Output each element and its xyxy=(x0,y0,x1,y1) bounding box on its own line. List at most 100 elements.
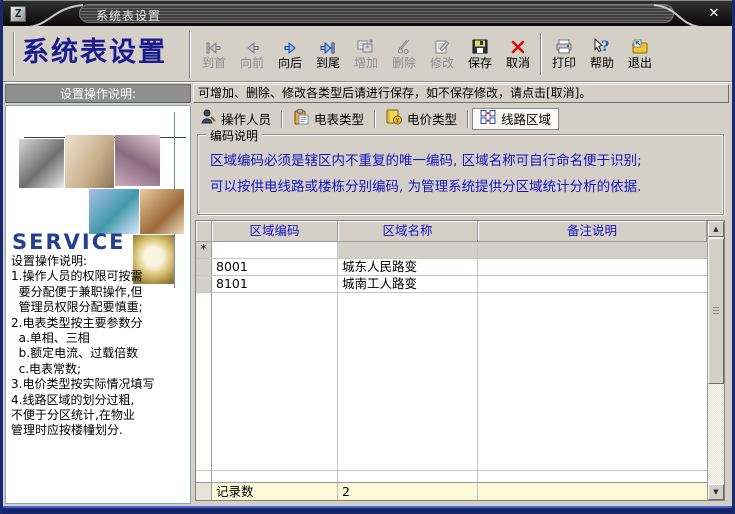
tab-price-types[interactable]: 电价类型 xyxy=(379,108,464,130)
delete-button: 删除 xyxy=(385,30,423,78)
help-icon: ? xyxy=(593,30,611,54)
header-separator xyxy=(189,30,191,78)
window-bottom-border xyxy=(3,506,732,514)
cancel-button[interactable]: 取消 xyxy=(499,30,537,78)
close-icon[interactable]: ✕ xyxy=(705,5,723,23)
sidebar-panel: SERVICE 设置操作说明: 1.操作人员的权限可按需 要分配便于兼职操作,但… xyxy=(5,105,191,504)
new-record-note-cell[interactable] xyxy=(478,242,707,258)
tab-separator xyxy=(374,110,376,128)
modify-label: 修改 xyxy=(430,54,454,71)
scrollbar-track[interactable] xyxy=(708,384,724,484)
record-count-row: 记录数 2 xyxy=(196,482,707,500)
sidebar-header: 设置操作说明: xyxy=(5,84,191,103)
system-menu-icon[interactable]: Z xyxy=(10,6,26,22)
tab-separator xyxy=(467,110,469,128)
print-label: 打印 xyxy=(552,54,576,71)
scrollbar-thumb[interactable] xyxy=(708,238,724,384)
exit-icon xyxy=(632,30,648,54)
table-row[interactable]: 8101 城南工人路变 xyxy=(196,276,707,293)
area-grid: 区域编码 区域名称 备注说明 * 8001 城东人民路变 8101 城南工人路变 xyxy=(196,221,707,500)
next-record-button[interactable]: 向后 xyxy=(271,30,309,78)
titlebar-pill: 系统表设置 xyxy=(79,4,674,23)
column-header-name: 区域名称 xyxy=(338,221,478,242)
help-label: 帮助 xyxy=(590,54,614,71)
scroll-up-icon[interactable]: ▲ xyxy=(708,221,724,237)
titlebar-swoosh-right xyxy=(652,1,702,27)
first-record-label: 到首 xyxy=(202,54,226,71)
delete-scissors-icon xyxy=(397,30,411,54)
next-record-label: 向后 xyxy=(278,54,302,71)
print-button[interactable]: 打印 xyxy=(545,30,583,78)
photo-tile-metal xyxy=(19,139,64,188)
groupbox-line-2: 可以按供电线路或楼栋分别编码, 为管理系统提供分区域统计分析的依据. xyxy=(210,174,717,200)
previous-record-icon xyxy=(245,30,260,54)
row-indicator xyxy=(196,259,212,275)
vertical-scrollbar[interactable]: ▲ ▼ xyxy=(707,221,724,500)
area-table: 区域编码 区域名称 备注说明 * 8001 城东人民路变 8101 城南工人路变 xyxy=(195,220,725,501)
first-record-icon xyxy=(206,30,222,54)
new-record-code-cell[interactable] xyxy=(212,242,338,258)
cell-name[interactable]: 城南工人路变 xyxy=(338,276,478,292)
help-button[interactable]: ? 帮助 xyxy=(583,30,621,78)
tab-line-areas[interactable]: 线路区域 xyxy=(472,108,559,130)
modify-button: 修改 xyxy=(423,30,461,78)
tabbar: 操作人员 电表类型 xyxy=(194,106,729,131)
groupbox-line-1: 区域编码必须是辖区内不重复的唯一编码, 区域名称可自行命名便于识别; xyxy=(210,148,717,174)
toolbar-separator xyxy=(540,33,542,75)
first-record-button: 到首 xyxy=(195,30,233,78)
cell-code[interactable]: 8101 xyxy=(212,276,338,292)
price-type-book-icon xyxy=(386,109,402,128)
column-header-code: 区域编码 xyxy=(212,221,338,242)
scroll-down-icon[interactable]: ▼ xyxy=(708,484,724,500)
cell-note[interactable] xyxy=(478,259,707,275)
tab-separator xyxy=(281,110,283,128)
window-title: 系统表设置 xyxy=(96,7,161,24)
last-record-button[interactable]: 到尾 xyxy=(309,30,347,78)
operator-person-icon xyxy=(201,109,216,128)
save-label: 保存 xyxy=(468,54,492,71)
page-title: 系统表设置 xyxy=(13,32,185,76)
cancel-label: 取消 xyxy=(506,54,530,71)
groupbox-title: 编码说明 xyxy=(206,127,262,144)
previous-record-label: 向前 xyxy=(240,54,264,71)
record-count-label: 记录数 xyxy=(212,483,338,500)
edit-icon xyxy=(435,30,450,54)
notice-bar: 可增加、删除、修改各类型后请进行保存，如不保存修改，请点击[取消]。 xyxy=(193,84,729,103)
row-indicator-header xyxy=(196,221,212,242)
row-indicator xyxy=(196,276,212,292)
tab-meter-types[interactable]: 电表类型 xyxy=(286,108,371,130)
last-record-icon xyxy=(320,30,336,54)
exit-label: 退出 xyxy=(628,54,652,71)
new-record-name-cell[interactable] xyxy=(338,242,478,258)
exit-button[interactable]: 退出 xyxy=(621,30,659,78)
table-row[interactable]: 8001 城东人民路变 xyxy=(196,259,707,276)
table-header-row: 区域编码 区域名称 备注说明 xyxy=(196,221,707,242)
photo-tile-hand xyxy=(140,189,184,234)
photo-tile-keyboard xyxy=(89,189,139,234)
next-record-icon xyxy=(283,30,298,54)
save-button[interactable]: 保存 xyxy=(461,30,499,78)
meter-type-clipboard-icon xyxy=(293,109,309,128)
new-record-marker: * xyxy=(196,242,212,258)
table-empty-area xyxy=(196,293,707,470)
cancel-x-icon xyxy=(510,30,526,54)
table-empty-row xyxy=(196,470,707,482)
service-wordmark: SERVICE xyxy=(12,230,125,254)
previous-record-button: 向前 xyxy=(233,30,271,78)
tab-price-types-label: 电价类型 xyxy=(407,109,457,128)
coding-note-groupbox: 编码说明 区域编码必须是辖区内不重复的唯一编码, 区域名称可自行命名便于识别; … xyxy=(197,134,724,215)
last-record-label: 到尾 xyxy=(316,54,340,71)
cell-note[interactable] xyxy=(478,276,707,292)
delete-label: 删除 xyxy=(392,54,416,71)
cell-name[interactable]: 城东人民路变 xyxy=(338,259,478,275)
titlebar-swoosh-left xyxy=(25,1,85,27)
add-label: 增加 xyxy=(354,54,378,71)
cell-code[interactable]: 8001 xyxy=(212,259,338,275)
scrollbar-grip xyxy=(713,307,719,315)
photo-tile-pens xyxy=(115,135,160,186)
svg-text:?: ? xyxy=(601,39,609,54)
column-header-note: 备注说明 xyxy=(478,221,707,242)
titlebar: Z 系统表设置 ✕ xyxy=(3,0,732,26)
new-record-row[interactable]: * xyxy=(196,242,707,259)
add-icon: * xyxy=(357,30,375,54)
